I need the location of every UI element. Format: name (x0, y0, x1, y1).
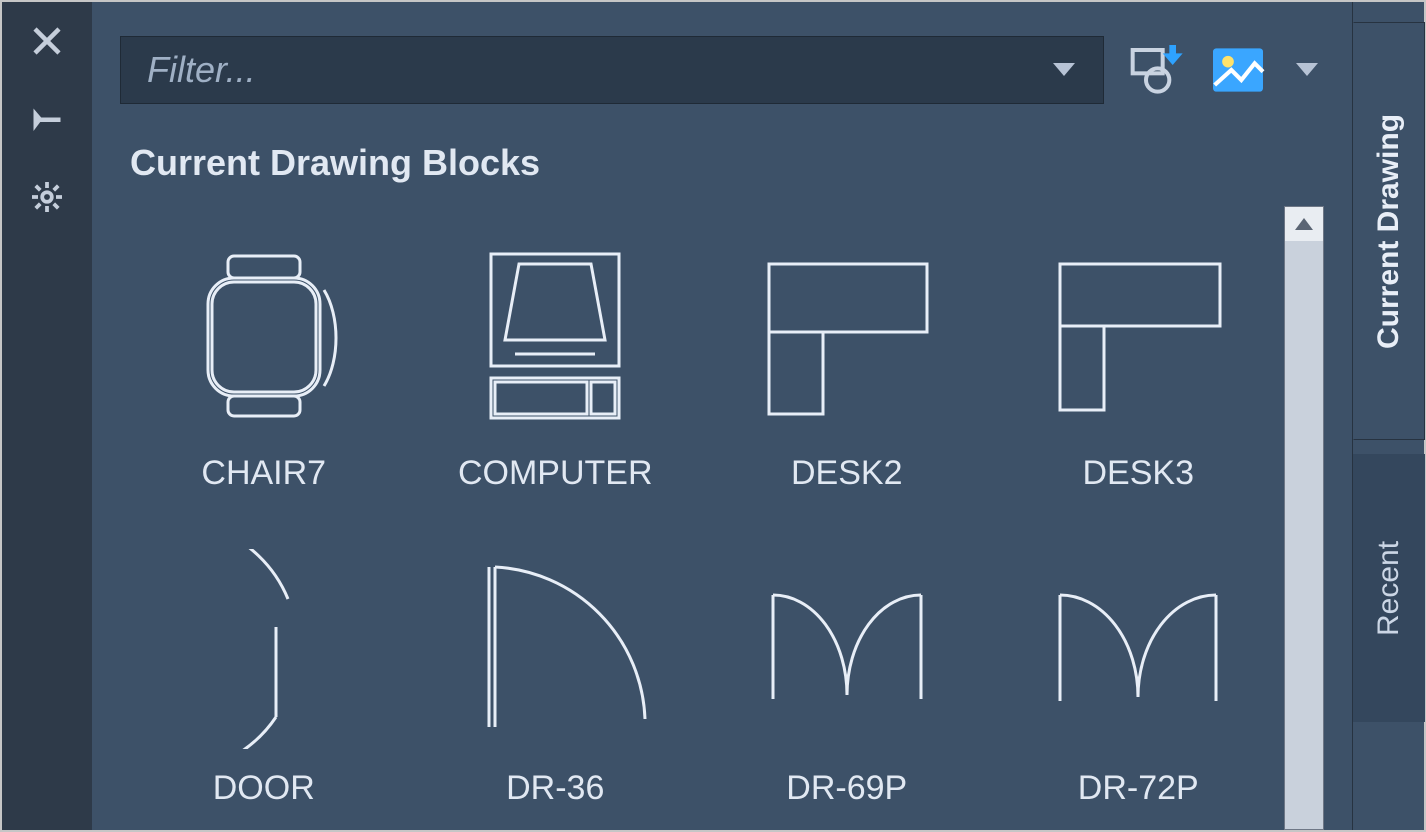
dock-icon[interactable] (22, 94, 72, 144)
block-thumbnail-chair (154, 224, 374, 444)
block-label: DR-72P (1078, 769, 1199, 808)
block-label: DESK3 (1083, 454, 1195, 493)
block-item[interactable]: DR-69P (713, 539, 981, 830)
block-label: DR-69P (786, 769, 907, 808)
scroll-up-icon[interactable] (1285, 207, 1323, 241)
scroll-track[interactable] (1285, 241, 1323, 829)
section-title: Current Drawing Blocks (130, 142, 1324, 184)
block-thumbnail-dr69p (737, 539, 957, 759)
block-item[interactable]: DR-72P (1005, 539, 1273, 830)
insert-block-icon[interactable] (1126, 40, 1186, 100)
block-label: DESK2 (791, 454, 903, 493)
close-icon[interactable] (22, 16, 72, 66)
scrollbar[interactable] (1284, 206, 1324, 830)
grid-wrap: CHAIR7 (130, 206, 1324, 830)
block-thumbnail-desk2 (737, 224, 957, 444)
palette-controls (2, 2, 92, 830)
block-label: DOOR (213, 769, 315, 808)
block-thumbnail-door (154, 539, 374, 759)
palette-main: Current Drawing Blocks (92, 2, 1352, 830)
toolbar (120, 36, 1324, 104)
block-thumbnail-dr36 (445, 539, 665, 759)
block-item[interactable]: DOOR (130, 539, 398, 830)
side-tabs: Current Drawing Recent (1352, 2, 1424, 830)
blocks-palette: Current Drawing Blocks (0, 0, 1426, 832)
block-label: CHAIR7 (201, 454, 326, 493)
block-item[interactable]: DESK2 (713, 224, 981, 515)
block-item[interactable]: DR-36 (422, 539, 690, 830)
block-thumbnail-desk3 (1028, 224, 1248, 444)
block-label: DR-36 (506, 769, 604, 808)
tab-current-drawing[interactable]: Current Drawing (1353, 22, 1425, 440)
block-thumbnail-dr72p (1028, 539, 1248, 759)
settings-icon[interactable] (22, 172, 72, 222)
filter-wrap (120, 36, 1104, 104)
block-label: COMPUTER (458, 454, 653, 493)
block-item[interactable]: CHAIR7 (130, 224, 398, 515)
filter-dropdown-icon[interactable] (1042, 36, 1086, 104)
thumbnail-view-icon[interactable] (1208, 40, 1268, 100)
view-options-dropdown-icon[interactable] (1290, 40, 1324, 100)
block-item[interactable]: DESK3 (1005, 224, 1273, 515)
filter-input[interactable] (120, 36, 1104, 104)
blocks-grid: CHAIR7 (130, 206, 1284, 830)
tab-recent[interactable]: Recent (1353, 454, 1425, 722)
block-thumbnail-computer (445, 224, 665, 444)
block-item[interactable]: COMPUTER (422, 224, 690, 515)
